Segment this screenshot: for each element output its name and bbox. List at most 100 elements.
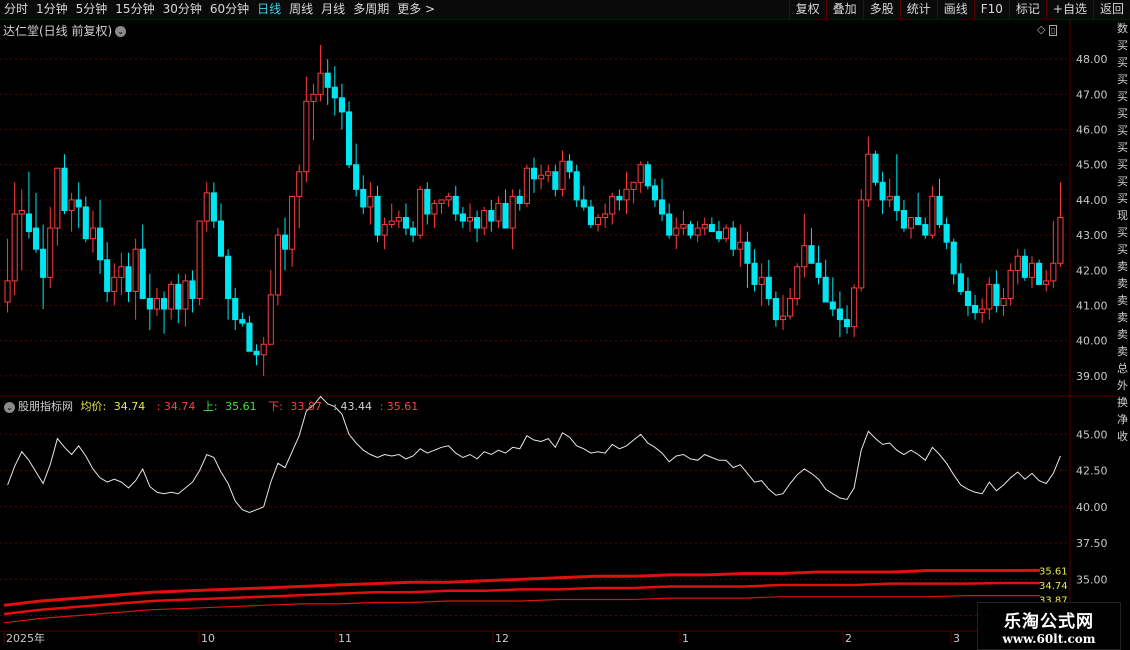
- candle-body: [687, 224, 694, 236]
- period-tabs: 分时 1分钟 5分钟 15分钟 30分钟 60分钟 日线 周线 月线 多周期 更多 >: [0, 0, 439, 19]
- tab-5[interactable]: 60分钟: [206, 0, 253, 19]
- candle-body: [630, 181, 637, 190]
- candle-body: [47, 227, 54, 278]
- candle-body: [303, 100, 310, 173]
- tool-button-1[interactable]: 叠加: [825, 0, 863, 19]
- candle-body: [843, 319, 851, 328]
- tool-button-7[interactable]: +自选: [1045, 0, 1093, 19]
- tab-2[interactable]: 5分钟: [72, 0, 112, 19]
- candle-body: [1000, 297, 1007, 307]
- candle-body: [865, 153, 872, 201]
- candle-body: [459, 213, 466, 222]
- value-5: : 35.61: [379, 400, 419, 413]
- main-pane-title[interactable]: 达仁堂(日线 前复权) ⌄: [3, 22, 127, 39]
- stock-title: 达仁堂(日线 前复权): [3, 24, 113, 38]
- tab-1[interactable]: 1分钟: [32, 0, 72, 19]
- candle-body: [879, 181, 886, 201]
- time-tick-label: 3: [953, 632, 960, 645]
- candle-body: [1021, 255, 1028, 278]
- window-toggle-icon[interactable]: ▯: [1048, 25, 1058, 36]
- sidebar-row: 数: [1117, 22, 1128, 35]
- candle-body: [765, 276, 772, 299]
- candle-body: [11, 213, 18, 282]
- candle-body: [431, 202, 438, 215]
- candle-body: [1057, 217, 1064, 264]
- candle-body: [253, 350, 260, 356]
- candle-body: [559, 160, 566, 190]
- price-tick-label: 46.00: [1076, 124, 1108, 137]
- candle-body: [182, 280, 189, 310]
- candle-body: [196, 220, 203, 299]
- candle-body: [986, 283, 993, 310]
- candle-body: [225, 255, 232, 299]
- chevron-down-icon[interactable]: ⌄: [115, 26, 127, 37]
- tool-button-2[interactable]: 多股: [862, 0, 900, 19]
- tab-3[interactable]: 15分钟: [111, 0, 158, 19]
- right-info-sidebar[interactable]: 数买买买买买买买买买买现买买卖卖卖卖卖卖总外换净收: [1117, 20, 1130, 650]
- indicator-tick-label: 42.50: [1076, 465, 1108, 478]
- tab-10[interactable]: 更多 >: [393, 0, 439, 19]
- tool-button-6[interactable]: 标记: [1008, 0, 1046, 19]
- tab-9[interactable]: 多周期: [349, 0, 393, 19]
- sidebar-row: 买: [1117, 73, 1128, 86]
- candle-body: [594, 217, 602, 226]
- indicator-tick-label: 45.00: [1076, 428, 1108, 441]
- kline-chart[interactable]: 48.00 47.00 46.00 45.00 44.00 43.00 42.00 41.00…: [0, 20, 1117, 650]
- sidebar-row: 现: [1117, 209, 1128, 222]
- candle-body: [25, 213, 32, 233]
- sidebar-row: 买: [1117, 226, 1128, 239]
- candle-body: [609, 195, 616, 215]
- tool-button-5[interactable]: F10: [973, 0, 1009, 19]
- candle-body: [488, 209, 495, 222]
- candle-body: [893, 195, 900, 211]
- sidebar-row: 卖: [1117, 260, 1128, 273]
- candle-body: [153, 297, 161, 310]
- candle-body: [794, 266, 801, 299]
- down-value: 下: 33.87: [268, 400, 322, 413]
- candle-body: [708, 224, 715, 233]
- candle-body: [18, 209, 25, 215]
- mid-value: : 34.74: [156, 400, 196, 413]
- candle-body: [239, 319, 246, 324]
- tab-7[interactable]: 周线: [285, 0, 317, 19]
- tool-buttons: 复权 叠加 多股 统计 画线 F10 标记 +自选 返回: [788, 0, 1130, 19]
- candle-body: [566, 160, 573, 173]
- candle-body: [82, 206, 89, 240]
- diamond-icon[interactable]: ◇: [1037, 23, 1045, 36]
- price-tick-label: 43.00: [1076, 229, 1108, 242]
- band-end-label: 35.61: [1039, 566, 1068, 577]
- candle-body: [1043, 280, 1050, 285]
- candle-body: [495, 202, 502, 222]
- candle-body: [1036, 262, 1043, 285]
- candle-body: [111, 276, 118, 292]
- sidebar-row: 总: [1117, 362, 1128, 375]
- tab-0[interactable]: 分时: [0, 0, 32, 19]
- sidebar-row: 收: [1117, 430, 1128, 443]
- sidebar-row: 买: [1117, 107, 1128, 120]
- sidebar-row: 卖: [1117, 294, 1128, 307]
- sidebar-row: 净: [1117, 413, 1128, 426]
- tab-4[interactable]: 30分钟: [159, 0, 206, 19]
- top-toolbar: 分时 1分钟 5分钟 15分钟 30分钟 60分钟 日线 周线 月线 多周期 更多 > 复权 叠加 多股…: [0, 0, 1130, 20]
- candle-body: [680, 224, 687, 229]
- candle-body: [260, 343, 267, 356]
- candle-body: [972, 305, 979, 314]
- tool-button-8[interactable]: 返回: [1092, 0, 1130, 19]
- price-tick-label: 40.00: [1076, 335, 1108, 348]
- candle-body: [651, 185, 659, 201]
- tool-button-0[interactable]: 复权: [788, 0, 826, 19]
- candle-body: [658, 199, 666, 215]
- candle-body: [75, 199, 82, 208]
- tool-button-4[interactable]: 画线: [936, 0, 974, 19]
- candle-body: [979, 308, 986, 314]
- tab-6[interactable]: 日线: [253, 0, 285, 19]
- chevron-down-icon[interactable]: ⌄: [4, 401, 15, 413]
- indicator-name[interactable]: 股朋指标网: [18, 400, 73, 413]
- price-tick-label: 39.00: [1076, 370, 1108, 383]
- price-tick-label: 45.00: [1076, 159, 1108, 172]
- candle-body: [338, 97, 345, 113]
- candle-body: [132, 248, 139, 292]
- candle-body: [125, 266, 132, 292]
- tool-button-3[interactable]: 统计: [899, 0, 937, 19]
- tab-8[interactable]: 月线: [317, 0, 349, 19]
